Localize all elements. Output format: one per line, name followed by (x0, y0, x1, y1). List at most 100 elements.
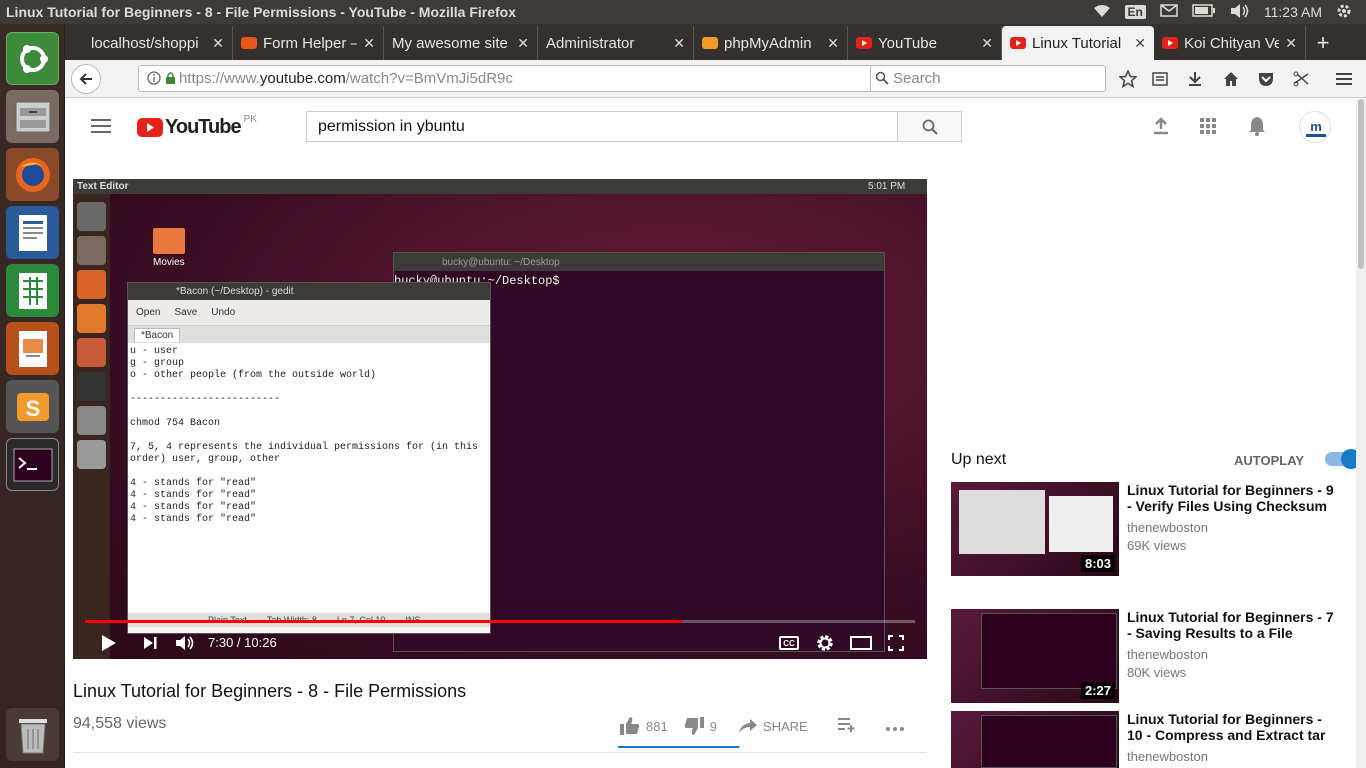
thumbs-down-icon (684, 717, 704, 735)
video-thumbnail[interactable]: 8:03 (951, 482, 1119, 576)
home-icon[interactable] (1220, 64, 1242, 94)
volume-icon[interactable] (175, 635, 195, 654)
next-video-icon[interactable] (143, 636, 157, 653)
like-button[interactable]: 881 (620, 717, 668, 735)
files-icon[interactable] (6, 90, 59, 143)
dislike-button[interactable]: 9 (684, 717, 717, 735)
firefox-icon[interactable] (6, 148, 59, 201)
recommendation-title[interactable]: Linux Tutorial for Beginners - 9 - Verif… (1127, 482, 1337, 514)
tab-koi-chityan-ve[interactable]: Koi Chityan Ve ✕ (1154, 26, 1306, 60)
volume-icon[interactable] (1230, 3, 1250, 21)
writer-icon[interactable] (6, 206, 59, 259)
avatar[interactable]: m (1299, 111, 1331, 143)
video-progress-bar[interactable] (85, 620, 915, 623)
sublime-icon[interactable]: S (6, 380, 59, 433)
video-player[interactable]: Text Editor 5:01 PM Movies bucky@ubuntu:… (73, 179, 927, 659)
impress-icon[interactable] (6, 322, 59, 375)
calc-icon[interactable] (6, 264, 59, 317)
phpmyadmin-favicon-icon (702, 37, 718, 49)
close-tab-icon[interactable]: ✕ (981, 35, 993, 52)
window-title: Linux Tutorial for Beginners - 8 - File … (6, 4, 517, 20)
guide-menu-icon[interactable] (91, 119, 111, 138)
close-tab-icon[interactable]: ✕ (517, 35, 529, 52)
upload-icon[interactable] (1153, 117, 1169, 140)
close-tab-icon[interactable]: ✕ (1285, 35, 1297, 52)
recommendation-item[interactable]: 8:03 Linux Tutorial for Beginners - 9 - … (951, 482, 1366, 576)
captions-button[interactable]: CC (779, 636, 799, 650)
like-dislike-bar (618, 746, 740, 748)
reading-list-icon[interactable] (1149, 64, 1171, 94)
more-actions-icon[interactable] (885, 719, 904, 734)
close-tab-icon[interactable]: ✕ (827, 35, 839, 52)
youtube-logo[interactable]: YouTube PK (137, 114, 257, 139)
ubuntu-logo-icon[interactable] (6, 32, 59, 85)
close-tab-icon[interactable]: ✕ (673, 35, 685, 52)
scrollbar-thumb[interactable] (1358, 99, 1364, 269)
folder-icon (153, 228, 185, 254)
recommendation-item[interactable]: Linux Tutorial for Beginners - 10 - Comp… (951, 711, 1366, 768)
like-count: 881 (646, 718, 668, 734)
info-icon[interactable] (147, 71, 161, 89)
terminal-icon[interactable] (6, 438, 59, 491)
video-gedit-save: Save (174, 307, 198, 318)
close-tab-icon[interactable]: ✕ (212, 35, 224, 52)
mail-icon[interactable] (1160, 4, 1178, 20)
tab-phpmyadmin[interactable]: phpMyAdmin ✕ (694, 26, 848, 60)
theater-mode-icon[interactable] (850, 636, 872, 653)
video-frame-desktop: Movies bucky@ubuntu: ~/Desktop bucky@ubu… (73, 194, 927, 659)
video-duration: 2:27 (1080, 682, 1115, 699)
video-gedit-title: *Bacon (~/Desktop) - gedit (128, 283, 490, 300)
power-gear-icon[interactable] (1336, 3, 1352, 22)
pocket-icon[interactable] (1255, 64, 1277, 94)
share-button[interactable]: SHARE (738, 719, 808, 734)
tab-youtube[interactable]: YouTube ✕ (848, 26, 1002, 60)
close-tab-icon[interactable]: ✕ (1134, 35, 1146, 52)
video-terminal-title: bucky@ubuntu: ~/Desktop (394, 253, 884, 271)
youtube-favicon-icon (1010, 37, 1026, 49)
downloads-icon[interactable] (1184, 64, 1206, 94)
svg-text:S: S (25, 396, 40, 421)
video-thumbnail[interactable] (951, 711, 1119, 768)
tab-my-awesome-site[interactable]: My awesome site ✕ (384, 26, 538, 60)
tab-form-helper[interactable]: Form Helper — ✕ (233, 26, 384, 60)
new-tab-button[interactable]: + (1306, 26, 1340, 60)
battery-icon[interactable] (1192, 4, 1216, 20)
tab-localhost-shopping[interactable]: localhost/shoppi ✕ (83, 26, 233, 60)
close-tab-icon[interactable]: ✕ (363, 35, 375, 52)
bookmark-star-icon[interactable] (1117, 64, 1139, 94)
browser-search-field[interactable]: Search (870, 65, 1106, 92)
autoplay-toggle[interactable] (1325, 449, 1361, 469)
keyboard-language-indicator[interactable]: En (1124, 5, 1146, 19)
video-thumbnail[interactable]: 2:27 (951, 609, 1119, 703)
url-bar[interactable]: https://www. youtube.com/watch?v=BmVmJi5d… (138, 65, 934, 92)
notifications-bell-icon[interactable] (1248, 116, 1266, 141)
back-button[interactable] (71, 64, 101, 94)
watch-page: Text Editor 5:01 PM Movies bucky@ubuntu:… (65, 156, 1361, 768)
tab-linux-tutorial[interactable]: Linux Tutorial ✕ (1002, 26, 1154, 60)
recommendation-channel: thenewboston (1127, 647, 1208, 662)
unity-launcher: S (0, 24, 65, 768)
recommendation-title[interactable]: Linux Tutorial for Beginners - 10 - Comp… (1127, 711, 1337, 743)
menu-hamburger-icon[interactable] (1333, 64, 1355, 94)
page-scrollbar[interactable] (1356, 99, 1366, 768)
play-icon[interactable] (101, 634, 117, 655)
add-to-playlist-icon[interactable] (837, 717, 856, 735)
system-top-bar: Linux Tutorial for Beginners - 8 - File … (0, 0, 1366, 24)
video-frame-launcher (73, 194, 110, 659)
video-title: Linux Tutorial for Beginners - 8 - File … (73, 681, 467, 701)
tab-administrator[interactable]: Administrator ✕ (538, 26, 694, 60)
screenshot-icon[interactable] (1291, 64, 1313, 94)
wifi-icon[interactable] (1093, 4, 1111, 21)
recommendation-title[interactable]: Linux Tutorial for Beginners - 7 - Savin… (1127, 609, 1337, 641)
trash-icon[interactable] (6, 708, 59, 761)
settings-gear-icon[interactable] (816, 634, 834, 655)
clock[interactable]: 11:23 AM (1264, 4, 1322, 20)
youtube-search-button[interactable] (897, 111, 962, 142)
youtube-search-input[interactable]: permission in ybuntu (306, 111, 898, 142)
search-icon (922, 119, 938, 135)
apps-grid-icon[interactable] (1200, 118, 1216, 139)
lock-icon[interactable] (165, 71, 176, 89)
video-actions: 881 9 SHARE (620, 714, 904, 738)
fullscreen-icon[interactable] (888, 635, 904, 654)
recommendation-item[interactable]: 2:27 Linux Tutorial for Beginners - 7 - … (951, 609, 1366, 703)
